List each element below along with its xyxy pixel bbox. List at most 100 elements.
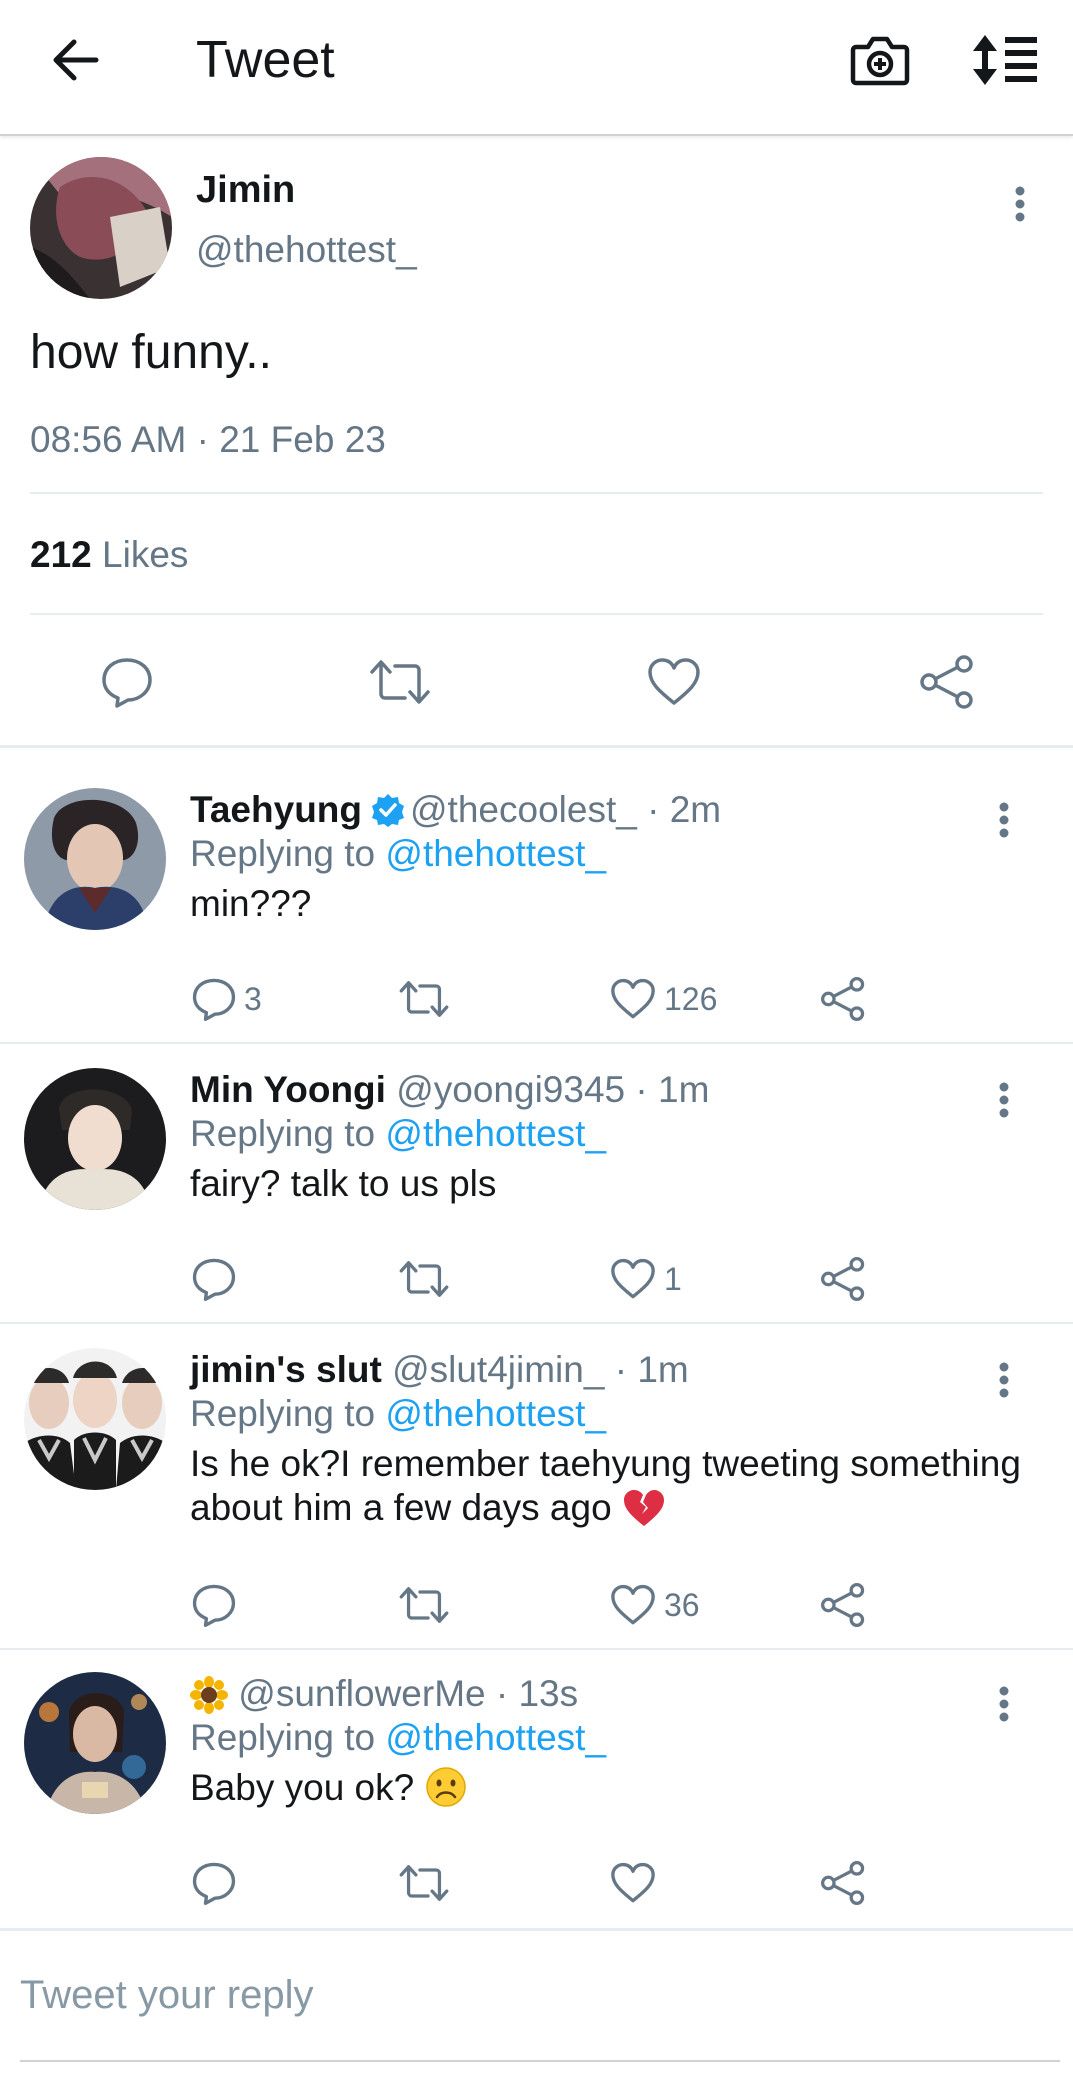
retweet-button[interactable] [398, 1580, 458, 1630]
reply-text: min??? [190, 883, 312, 924]
reply-text: Baby you ok? [190, 1767, 415, 1808]
reply-author-handle[interactable]: @sunflowerMe [238, 1673, 485, 1714]
retweet-icon [399, 1261, 449, 1297]
reply-body: Is he ok?I remember taehyung tweeting so… [190, 1442, 1050, 1530]
more-vertical-icon [999, 1686, 1009, 1722]
share-button[interactable] [820, 1254, 866, 1304]
reply-icon [192, 1584, 236, 1627]
arrow-left-icon [53, 39, 99, 81]
reply-header: jimin's slut @slut4jimin_ · 1m [190, 1348, 689, 1392]
retweet-button[interactable] [368, 650, 432, 714]
reply-header: Min Yoongi @yoongi9345 · 1m [190, 1068, 709, 1112]
mention-link[interactable]: @thehottest_ [385, 1717, 606, 1758]
share-button[interactable] [820, 1858, 866, 1908]
share-button[interactable] [820, 974, 866, 1024]
divider [30, 613, 1043, 615]
reply-input[interactable] [20, 1965, 1050, 2025]
camera-button[interactable] [842, 22, 918, 98]
sort-list-icon [973, 35, 1037, 85]
replying-prefix: Replying to [190, 1717, 376, 1758]
like-button[interactable]: 126 [610, 974, 717, 1024]
reply-button[interactable] [192, 1858, 244, 1908]
reply-author-name[interactable]: Min Yoongi [190, 1069, 386, 1110]
replying-prefix: Replying to [190, 833, 376, 874]
reply-button[interactable] [192, 1254, 244, 1304]
like-button[interactable]: 36 [610, 1580, 700, 1630]
share-button[interactable] [915, 650, 979, 714]
share-icon [821, 1257, 865, 1301]
author-handle[interactable]: @thehottest_ [196, 228, 417, 272]
retweet-button[interactable] [398, 1858, 458, 1908]
like-count: 1 [664, 1260, 682, 1297]
tweet-timestamp: 08:56 AM · 21 Feb 23 [30, 418, 386, 462]
likes-count: 212 [30, 534, 92, 575]
reply-actions: 1 [0, 1254, 1073, 1304]
tweet-text: how funny.. [30, 326, 272, 379]
retweet-button[interactable] [398, 974, 458, 1024]
sort-button[interactable] [966, 22, 1042, 98]
divider [0, 1042, 1073, 1044]
share-icon [821, 1583, 865, 1627]
reply-button[interactable] [95, 650, 159, 714]
reply-author-handle[interactable]: @yoongi9345 [396, 1069, 625, 1110]
avatar[interactable] [24, 1068, 166, 1210]
replying-prefix: Replying to [190, 1113, 376, 1154]
more-vertical-icon [999, 1082, 1009, 1118]
reply-author-handle[interactable]: @slut4jimin_ [392, 1349, 604, 1390]
share-icon [821, 1861, 865, 1905]
reply-button[interactable]: 3 [192, 974, 262, 1024]
tweet-date: 21 Feb 23 [219, 419, 386, 460]
retweet-icon [370, 660, 430, 704]
more-options-button[interactable] [984, 1356, 1024, 1404]
heart-icon [611, 978, 655, 1019]
reply-time: 2m [669, 789, 722, 830]
likes-label: Likes [102, 534, 189, 575]
reply-actions: 3 126 [0, 974, 1073, 1024]
reply-actions [0, 1858, 1073, 1908]
heart-icon [611, 1584, 655, 1625]
more-vertical-icon [1015, 186, 1025, 222]
share-button[interactable] [820, 1580, 866, 1630]
more-options-button[interactable] [984, 796, 1024, 844]
retweet-icon [399, 1865, 449, 1901]
reply-author-handle[interactable]: @thecoolest_ [410, 789, 637, 830]
avatar[interactable] [24, 1348, 166, 1490]
reply-time: 1m [637, 1349, 689, 1390]
retweet-icon [399, 1587, 449, 1623]
back-button[interactable] [40, 28, 110, 92]
retweet-button[interactable] [398, 1254, 458, 1304]
avatar[interactable] [24, 1672, 166, 1814]
more-options-button[interactable] [984, 1076, 1024, 1124]
mention-link[interactable]: @thehottest_ [385, 1113, 606, 1154]
reply-count: 3 [244, 980, 262, 1017]
avatar[interactable] [24, 788, 166, 930]
author-name[interactable]: Jimin [196, 168, 295, 212]
tweet-actions [0, 650, 1073, 714]
meta-separator: · [186, 419, 220, 460]
like-button[interactable] [610, 1858, 664, 1908]
separator-dot: · [485, 1673, 519, 1714]
mention-link[interactable]: @thehottest_ [385, 833, 606, 874]
separator-dot: · [625, 1069, 659, 1110]
page-title: Tweet [196, 31, 335, 89]
replying-to: Replying to @thehottest_ [190, 1392, 606, 1436]
frowning-face-emoji [425, 1767, 466, 1807]
reply-button[interactable] [192, 1580, 244, 1630]
reply-icon [192, 1862, 236, 1905]
likes-stat[interactable]: 212 Likes [30, 533, 188, 577]
mention-link[interactable]: @thehottest_ [385, 1393, 606, 1434]
divider [0, 1648, 1073, 1650]
like-button[interactable] [642, 650, 706, 714]
like-button[interactable]: 1 [610, 1254, 682, 1304]
reply-author-name[interactable]: Taehyung [190, 789, 362, 830]
avatar[interactable] [30, 157, 172, 299]
like-count: 126 [664, 980, 718, 1017]
reply-author-name[interactable]: jimin's slut [190, 1349, 382, 1390]
reply-text: fairy? talk to us pls [190, 1163, 497, 1204]
reply-text: Is he ok?I remember taehyung tweeting so… [190, 1443, 1021, 1528]
more-options-button[interactable] [1000, 180, 1040, 228]
more-vertical-icon [999, 1362, 1009, 1398]
more-options-button[interactable] [984, 1680, 1024, 1728]
heart-icon [611, 1258, 655, 1299]
reply-header: Taehyung @thecoolest_ · 2m [190, 788, 721, 832]
